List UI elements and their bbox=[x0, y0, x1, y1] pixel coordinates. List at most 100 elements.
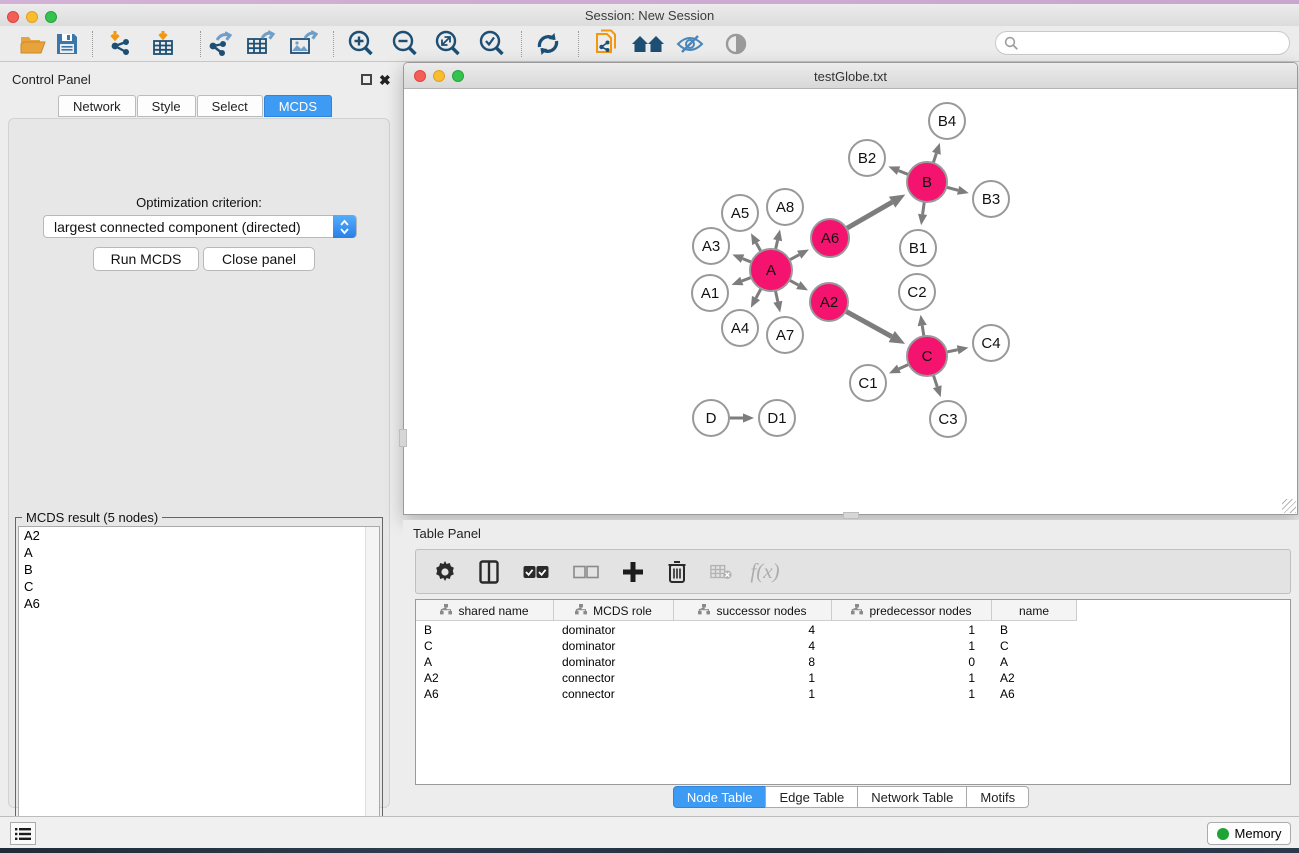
result-list-scrollbar[interactable] bbox=[365, 527, 379, 853]
table-cell: B bbox=[992, 622, 1077, 638]
mcds-result-item[interactable]: B bbox=[19, 561, 379, 578]
graph-node-A5[interactable]: A5 bbox=[722, 195, 758, 231]
export-image-icon[interactable] bbox=[287, 29, 321, 59]
control-tab-style[interactable]: Style bbox=[137, 95, 196, 117]
column-header-shared-name[interactable]: shared name bbox=[416, 600, 554, 621]
hide-panel-eye-icon[interactable] bbox=[673, 29, 707, 59]
split-divider-grip-left[interactable] bbox=[399, 429, 407, 447]
graph-node-A3[interactable]: A3 bbox=[693, 228, 729, 264]
show-graphics-details-eye-icon[interactable] bbox=[719, 29, 753, 59]
table-cell: 8 bbox=[674, 654, 832, 670]
run-mcds-button[interactable]: Run MCDS bbox=[93, 247, 199, 271]
clone-network-icon[interactable] bbox=[590, 29, 624, 59]
graph-node-C3[interactable]: C3 bbox=[930, 401, 966, 437]
column-header-label: predecessor nodes bbox=[869, 604, 971, 618]
graph-node-A2[interactable]: A2 bbox=[810, 283, 848, 321]
column-header-predecessor-nodes[interactable]: predecessor nodes bbox=[832, 600, 992, 621]
delete-table-icon[interactable] bbox=[710, 560, 732, 584]
mcds-result-list[interactable]: A2ABCA6 bbox=[18, 526, 380, 853]
graph-node-D1[interactable]: D1 bbox=[759, 400, 795, 436]
graph-edge-A2-C[interactable] bbox=[844, 310, 892, 336]
graph-node-A1[interactable]: A1 bbox=[692, 275, 728, 311]
criterion-select[interactable]: largest connected component (directed) bbox=[43, 215, 357, 238]
table-row[interactable]: A2connector11A2 bbox=[416, 670, 1077, 686]
save-session-icon[interactable] bbox=[50, 29, 84, 59]
table-cell: 0 bbox=[832, 654, 992, 670]
table-tab-edge-table[interactable]: Edge Table bbox=[765, 786, 858, 808]
import-network-icon[interactable] bbox=[104, 29, 138, 59]
zoom-in-icon[interactable] bbox=[344, 29, 378, 59]
float-panel-icon[interactable] bbox=[361, 74, 372, 85]
table-tab-network-table[interactable]: Network Table bbox=[857, 786, 967, 808]
function-builder-icon[interactable]: f(x) bbox=[754, 560, 776, 584]
table-row[interactable]: Adominator80A bbox=[416, 654, 1077, 670]
graph-node-A4[interactable]: A4 bbox=[722, 310, 758, 346]
mcds-result-item[interactable]: A bbox=[19, 544, 379, 561]
table-cell: A bbox=[416, 654, 554, 670]
svg-text:A: A bbox=[766, 262, 776, 279]
graph-node-C[interactable]: C bbox=[907, 336, 947, 376]
column-header-label: MCDS role bbox=[593, 604, 652, 618]
graph-node-A8[interactable]: A8 bbox=[767, 189, 803, 225]
window-resize-grip[interactable] bbox=[1282, 499, 1296, 513]
table-tab-node-table[interactable]: Node Table bbox=[673, 786, 767, 808]
graph-node-A7[interactable]: A7 bbox=[767, 317, 803, 353]
graph-node-A6[interactable]: A6 bbox=[811, 219, 849, 257]
search-input[interactable] bbox=[995, 31, 1290, 55]
mcds-result-item[interactable]: A6 bbox=[19, 595, 379, 612]
network-window-titlebar[interactable]: testGlobe.txt bbox=[404, 63, 1297, 89]
svg-text:B1: B1 bbox=[909, 240, 927, 257]
zoom-selected-icon[interactable] bbox=[475, 29, 509, 59]
select-all-icon[interactable] bbox=[522, 560, 550, 584]
graph-edge-A6-B[interactable] bbox=[845, 202, 892, 229]
deselect-all-icon[interactable] bbox=[572, 560, 600, 584]
control-tab-select[interactable]: Select bbox=[197, 95, 263, 117]
control-tab-network[interactable]: Network bbox=[58, 95, 136, 117]
control-tab-mcds[interactable]: MCDS bbox=[264, 95, 332, 117]
graph-node-C2[interactable]: C2 bbox=[899, 274, 935, 310]
delete-column-trash-icon[interactable] bbox=[666, 560, 688, 584]
show-columns-icon[interactable] bbox=[478, 560, 500, 584]
column-header-name[interactable]: name bbox=[992, 600, 1077, 621]
open-file-icon[interactable] bbox=[16, 29, 50, 59]
cybrowser-home-icon[interactable] bbox=[631, 29, 665, 59]
graph-node-C1[interactable]: C1 bbox=[850, 365, 886, 401]
graph-node-B4[interactable]: B4 bbox=[929, 103, 965, 139]
table-settings-gear-icon[interactable] bbox=[434, 560, 456, 584]
column-header-successor-nodes[interactable]: successor nodes bbox=[674, 600, 832, 621]
column-header-label: successor nodes bbox=[716, 604, 806, 618]
table-row[interactable]: A6connector11A6 bbox=[416, 686, 1077, 702]
close-panel-icon[interactable]: ✖ bbox=[379, 73, 391, 87]
table-cell: C bbox=[992, 638, 1077, 654]
svg-text:A2: A2 bbox=[820, 294, 838, 311]
zoom-out-icon[interactable] bbox=[388, 29, 422, 59]
table-tab-motifs[interactable]: Motifs bbox=[966, 786, 1029, 808]
network-canvas[interactable]: B4 B2 B B3 A5A8A6 A3 B1 A A1 C2 A2 A4 A7 C4 C C1 C3 D D1 bbox=[404, 89, 1297, 514]
import-table-icon[interactable] bbox=[147, 29, 181, 59]
graph-node-D[interactable]: D bbox=[693, 400, 729, 436]
graph-node-B1[interactable]: B1 bbox=[900, 230, 936, 266]
export-network-icon[interactable] bbox=[203, 29, 237, 59]
table-header-row: shared name MCDS role successor nodes prede… bbox=[416, 600, 1077, 621]
column-header-MCDS-role[interactable]: MCDS role bbox=[554, 600, 674, 621]
apply-layout-icon[interactable] bbox=[531, 29, 565, 59]
task-history-button[interactable] bbox=[10, 822, 36, 845]
add-column-icon[interactable] bbox=[622, 560, 644, 584]
memory-button[interactable]: Memory bbox=[1207, 822, 1291, 845]
graph-node-B3[interactable]: B3 bbox=[973, 181, 1009, 217]
mcds-result-item[interactable]: A2 bbox=[19, 527, 379, 544]
svg-text:D: D bbox=[706, 410, 717, 427]
graph-node-B[interactable]: B bbox=[907, 162, 947, 202]
export-table-icon[interactable] bbox=[244, 29, 278, 59]
graph-node-B2[interactable]: B2 bbox=[849, 140, 885, 176]
close-panel-button[interactable]: Close panel bbox=[203, 247, 315, 271]
graph-node-A[interactable]: A bbox=[750, 249, 792, 291]
network-window-title: testGlobe.txt bbox=[404, 69, 1297, 84]
table-row[interactable]: Bdominator41B bbox=[416, 622, 1077, 638]
table-row[interactable]: Cdominator41C bbox=[416, 638, 1077, 654]
svg-text:A7: A7 bbox=[776, 327, 794, 344]
zoom-fit-icon[interactable] bbox=[431, 29, 465, 59]
mcds-result-item[interactable]: C bbox=[19, 578, 379, 595]
split-divider-grip-bottom[interactable] bbox=[843, 512, 859, 519]
graph-node-C4[interactable]: C4 bbox=[973, 325, 1009, 361]
